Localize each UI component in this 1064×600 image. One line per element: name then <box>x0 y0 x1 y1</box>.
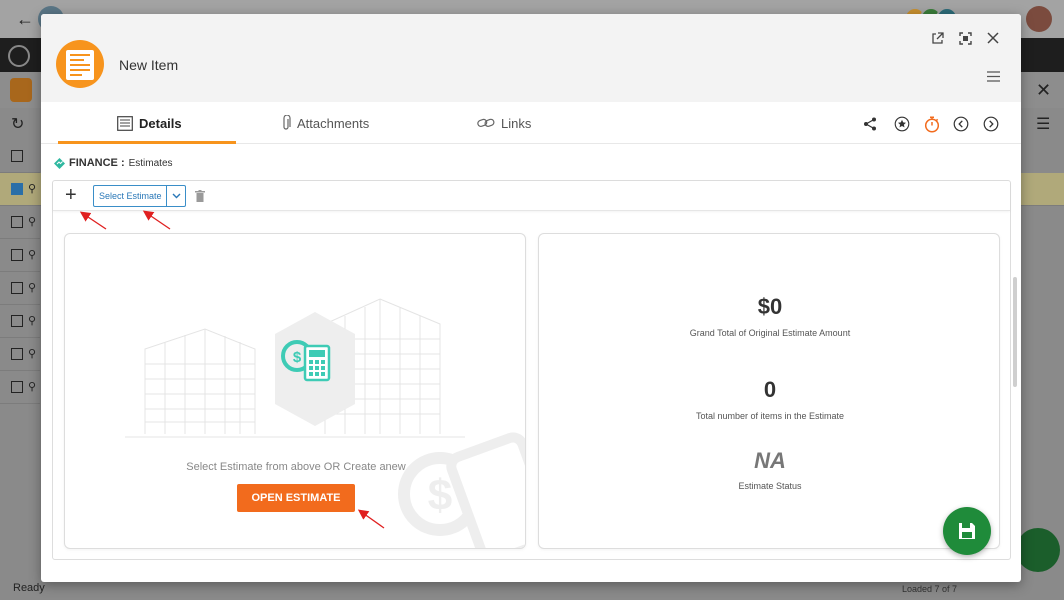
star-icon[interactable] <box>893 115 911 133</box>
clipboard-icon <box>10 78 32 102</box>
row-checkbox[interactable] <box>11 381 23 393</box>
item-count-value: 0 <box>763 377 777 402</box>
tab-label: Attachments <box>297 115 370 131</box>
save-button[interactable] <box>943 507 991 555</box>
profile-avatar[interactable] <box>1026 6 1052 32</box>
svg-text:$: $ <box>428 471 452 520</box>
modal-header: New Item <box>41 14 1021 102</box>
location-pin-icon: ⚲ <box>28 249 37 261</box>
estimate-toolbar: + Select Estimate <box>53 181 1010 211</box>
tab-bar: Details Attachments Links <box>41 102 1021 144</box>
close-icon[interactable] <box>983 28 1003 48</box>
maximize-icon[interactable] <box>955 28 975 48</box>
scrollbar[interactable] <box>1013 277 1017 387</box>
status-value: NA <box>754 448 786 473</box>
row-checkbox[interactable] <box>11 183 23 195</box>
loaded-count: Loaded 7 of 7 <box>902 584 958 594</box>
share-icon[interactable] <box>861 115 879 133</box>
row-checkbox[interactable] <box>11 315 23 327</box>
module-name: FINANCE : <box>69 157 125 169</box>
list-menu-icon[interactable]: ☰ <box>1036 114 1050 134</box>
breadcrumb: FINANCE : Estimates <box>54 157 173 169</box>
delete-icon[interactable] <box>195 189 205 207</box>
list-row[interactable]: ⚲ <box>0 338 40 371</box>
empty-state-message: Select Estimate from above OR Create ane… <box>186 461 406 473</box>
row-checkbox[interactable] <box>11 249 23 261</box>
estimate-panel: + Select Estimate $ $ Select Estimate fr… <box>52 180 1011 560</box>
external-link-icon[interactable] <box>927 28 947 48</box>
list-row[interactable] <box>0 140 40 173</box>
tab-links[interactable]: Links <box>477 102 531 144</box>
item-modal: New Item Details Attachments Links FINAN… <box>41 14 1021 582</box>
row-checkbox[interactable] <box>11 150 23 162</box>
estimate-logo-icon <box>56 40 104 88</box>
location-pin-icon: ⚲ <box>28 282 37 294</box>
close-icon[interactable]: ✕ <box>1036 80 1051 101</box>
modal-title: New Item <box>119 57 179 73</box>
location-pin-icon: ⚲ <box>28 315 37 327</box>
tab-label: Links <box>501 115 532 131</box>
list-row[interactable]: ⚲ <box>0 206 40 239</box>
active-tab-indicator <box>58 141 236 144</box>
floppy-disk-icon <box>959 523 975 539</box>
status-label: Estimate Status <box>738 481 802 491</box>
timer-icon[interactable] <box>923 115 941 133</box>
item-count-label: Total number of items in the Estimate <box>695 411 845 421</box>
list-row[interactable]: ⚲ <box>0 272 40 305</box>
estimate-select-value[interactable]: Select Estimate <box>94 186 167 206</box>
location-pin-icon: ⚲ <box>28 216 37 228</box>
list-row[interactable]: ⚲ <box>0 239 40 272</box>
chevron-down-icon[interactable] <box>167 186 185 206</box>
tab-attachments[interactable]: Attachments <box>281 102 369 144</box>
grand-total-label: Grand Total of Original Estimate Amount <box>689 328 851 338</box>
previous-icon[interactable] <box>952 115 970 133</box>
row-checkbox[interactable] <box>11 348 23 360</box>
estimate-summary-card: $0 Grand Total of Original Estimate Amou… <box>538 233 1000 549</box>
location-pin-icon: ⚲ <box>28 381 37 393</box>
back-arrow-icon[interactable]: ← <box>16 9 34 30</box>
row-checkbox[interactable] <box>11 216 23 228</box>
status-text: Ready <box>13 582 45 594</box>
background-fab[interactable] <box>1016 528 1060 572</box>
grand-total-value: $0 <box>757 294 783 319</box>
add-estimate-button[interactable]: + <box>65 185 77 205</box>
list-row[interactable]: ⚲ <box>0 371 40 404</box>
refresh-icon[interactable]: ↻ <box>11 114 24 134</box>
details-icon <box>117 115 133 131</box>
building-illustration: $ <box>125 298 465 438</box>
row-checkbox[interactable] <box>11 282 23 294</box>
list-row[interactable]: ⚲ <box>0 305 40 338</box>
next-icon[interactable] <box>982 115 1000 133</box>
svg-text:$: $ <box>293 349 302 366</box>
tab-details[interactable]: Details <box>117 102 182 144</box>
app-switcher-icon[interactable] <box>8 45 30 67</box>
finance-module-icon <box>54 157 65 169</box>
calculator-watermark-icon: $ <box>398 432 525 548</box>
tab-label: Details <box>139 115 182 131</box>
location-pin-icon: ⚲ <box>28 348 37 360</box>
hamburger-menu-icon[interactable] <box>983 66 1003 86</box>
link-icon <box>477 118 495 128</box>
open-estimate-button[interactable]: OPEN ESTIMATE <box>237 484 355 512</box>
section-name: Estimates <box>128 157 173 169</box>
location-pin-icon: ⚲ <box>28 183 37 195</box>
paperclip-icon <box>283 115 291 130</box>
estimate-select[interactable]: Select Estimate <box>93 185 186 207</box>
estimate-selector-card: $ $ Select Estimate from above OR Create… <box>64 233 526 549</box>
